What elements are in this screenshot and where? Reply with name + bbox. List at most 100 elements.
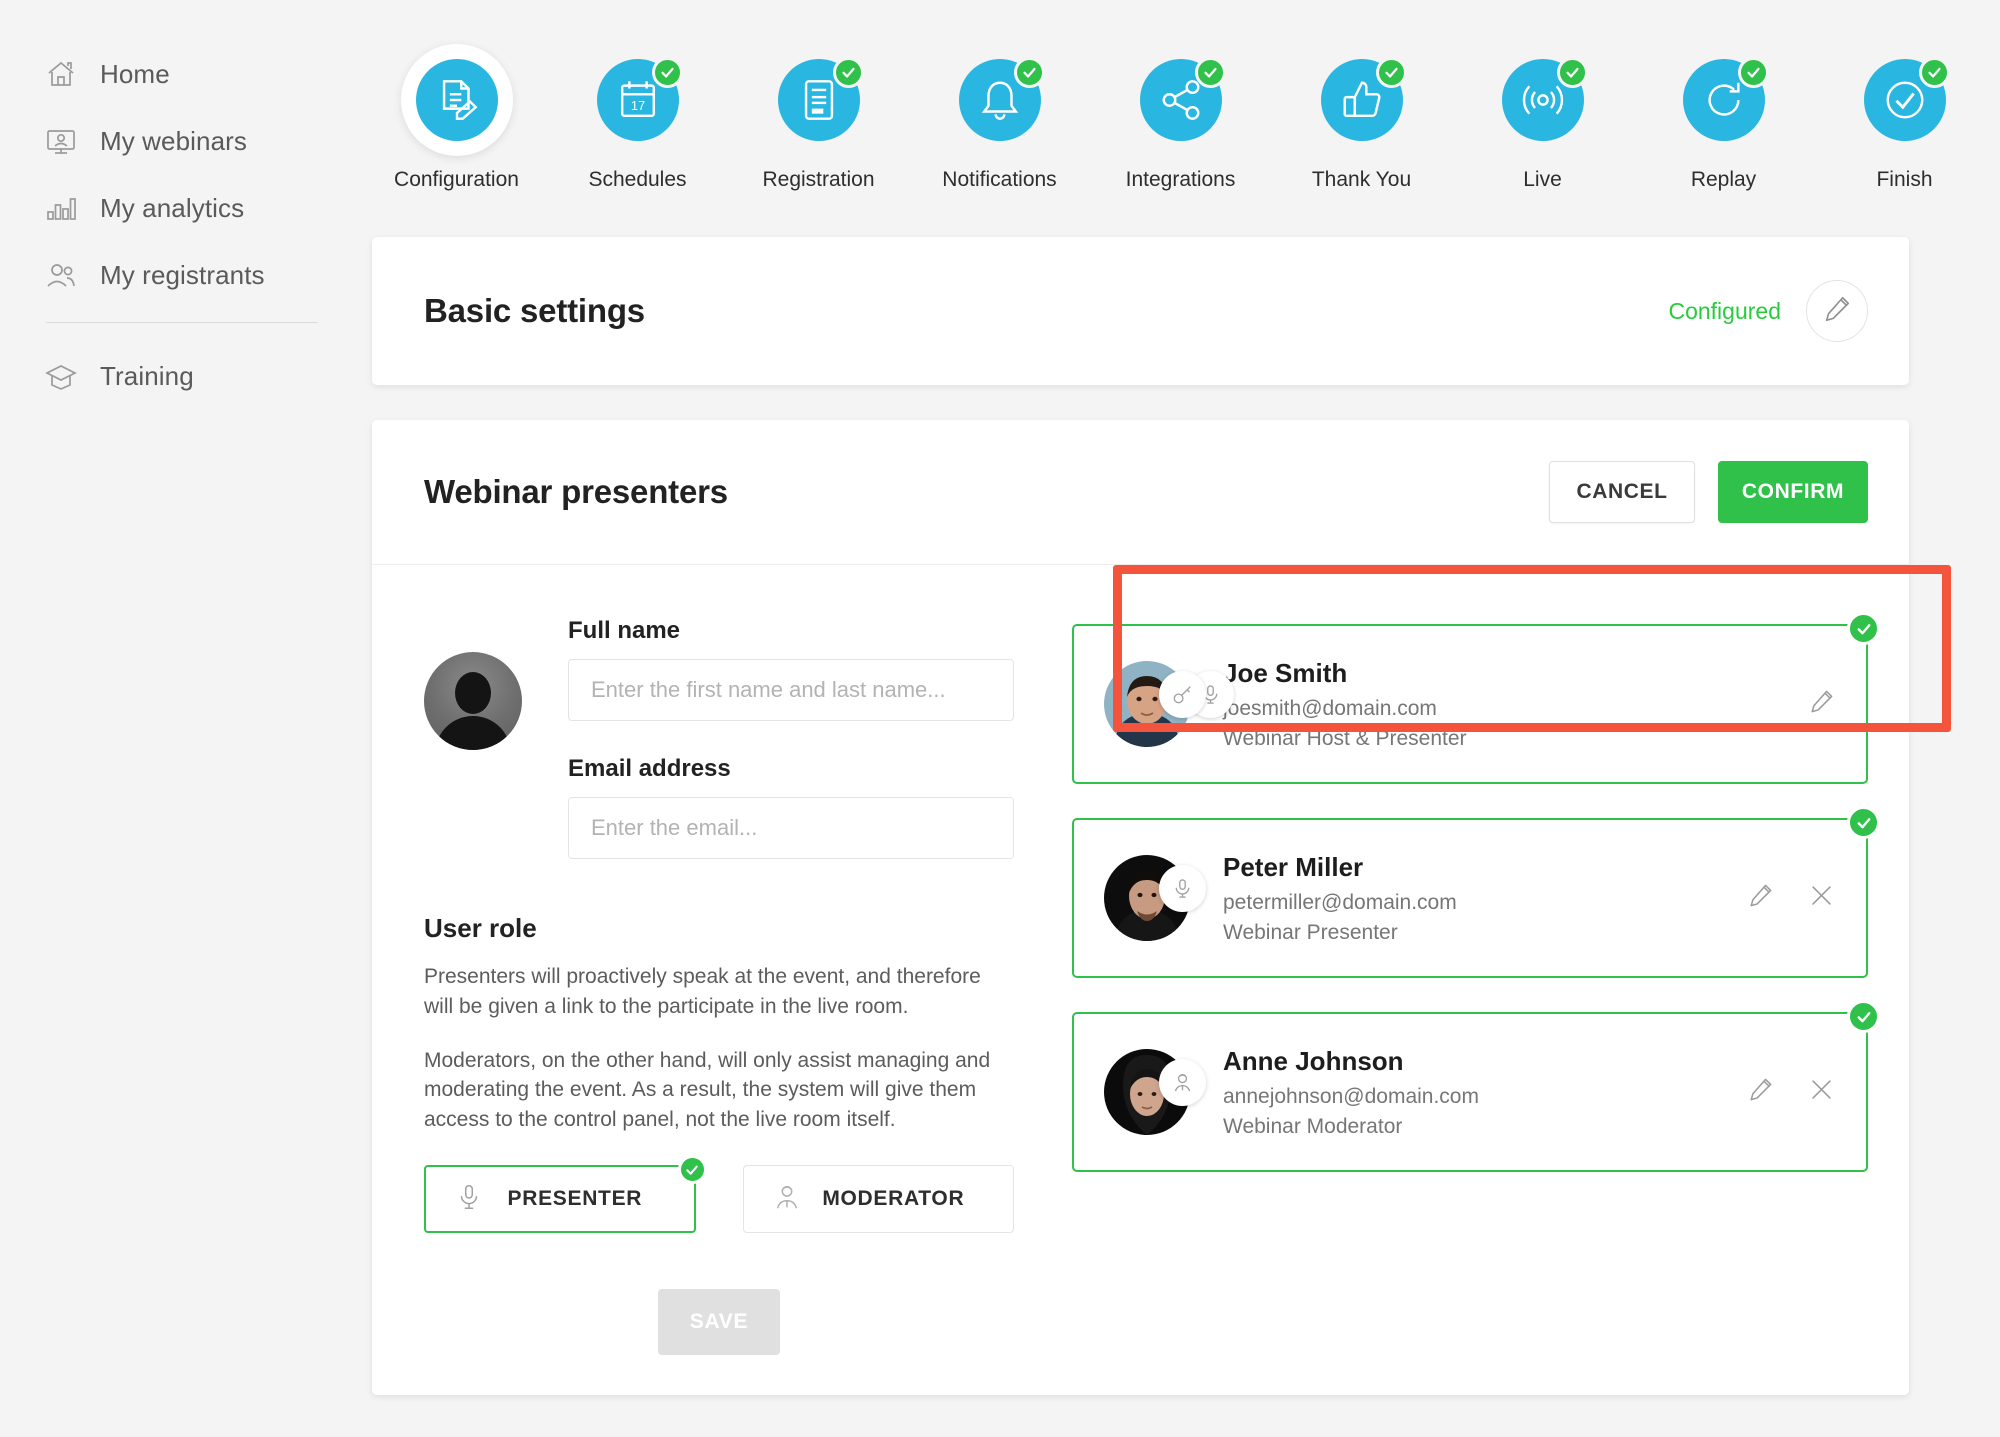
step-completed-check-icon bbox=[1013, 57, 1045, 88]
presenter-role: Webinar Host & Presenter bbox=[1223, 726, 1467, 750]
step-circle bbox=[1139, 57, 1226, 141]
step-finish[interactable]: Finish bbox=[1814, 44, 1995, 192]
email-label: Email address bbox=[568, 755, 731, 782]
save-button[interactable]: SAVE bbox=[658, 1289, 780, 1356]
pencil-icon bbox=[1747, 882, 1774, 914]
moderator-person-icon bbox=[772, 1182, 802, 1217]
remove-presenter-button[interactable] bbox=[1804, 1075, 1838, 1109]
presenters-body: Full name Email address User role Presen… bbox=[372, 565, 1909, 1356]
email-field[interactable] bbox=[568, 797, 1014, 859]
presenter-email: joesmith@domain.com bbox=[1223, 696, 1437, 720]
role-option-moderator[interactable]: MODERATOR bbox=[742, 1165, 1014, 1234]
step-configuration[interactable]: Configuration bbox=[366, 44, 547, 192]
sidebar-item-home[interactable]: Home bbox=[44, 48, 372, 100]
sidebar-item-label: My registrants bbox=[100, 259, 265, 290]
monitor-presenter-icon bbox=[44, 124, 78, 158]
step-label: Live bbox=[1523, 168, 1562, 191]
role-selector: PRESENTER MODERATOR bbox=[424, 1155, 1014, 1234]
main-content: Configuration 17 Schedules Registration … bbox=[372, 0, 2000, 1437]
share-nodes-icon bbox=[1158, 77, 1204, 123]
step-label: Finish bbox=[1876, 168, 1933, 191]
step-registration[interactable]: Registration bbox=[728, 44, 909, 192]
webinar-presenters-header: Webinar presenters CANCEL CONFIRM bbox=[372, 420, 1909, 565]
sidebar: Home My webinars My analytics My registr… bbox=[0, 0, 372, 1437]
graduation-cap-icon bbox=[44, 359, 78, 393]
svg-text:17: 17 bbox=[630, 98, 644, 113]
user-role-description-1: Presenters will proactively speak at the… bbox=[424, 965, 981, 1018]
form-icon bbox=[796, 77, 842, 123]
microphone-icon bbox=[454, 1182, 484, 1217]
avatar bbox=[1104, 1049, 1206, 1135]
sidebar-item-label: My analytics bbox=[100, 192, 245, 223]
step-circle bbox=[958, 57, 1045, 141]
sidebar-item-training[interactable]: Training bbox=[44, 350, 372, 402]
wizard-stepper: Configuration 17 Schedules Registration … bbox=[366, 0, 2000, 192]
step-integrations[interactable]: Integrations bbox=[1090, 44, 1271, 192]
presenter-confirmed-check-icon bbox=[1847, 612, 1880, 645]
step-label: Replay bbox=[1690, 168, 1757, 191]
check-circle-icon bbox=[1882, 77, 1928, 123]
presenter-confirmed-check-icon bbox=[1847, 806, 1880, 839]
step-circle bbox=[1863, 57, 1950, 141]
avatar bbox=[1104, 855, 1206, 941]
step-label: Integrations bbox=[1125, 168, 1236, 191]
users-icon bbox=[44, 258, 78, 292]
step-notifications[interactable]: Notifications bbox=[909, 44, 1090, 192]
step-live[interactable]: Live bbox=[1452, 44, 1633, 192]
home-icon bbox=[44, 57, 78, 91]
calendar-17-icon: 17 bbox=[615, 77, 661, 123]
step-replay[interactable]: Replay bbox=[1633, 44, 1814, 192]
sidebar-item-my-webinars[interactable]: My webinars bbox=[44, 115, 372, 167]
page-title: Webinar presenters bbox=[424, 473, 728, 510]
role-selected-check-icon bbox=[677, 1155, 707, 1185]
sidebar-item-label: My webinars bbox=[100, 125, 248, 156]
presenter-name: Peter Miller bbox=[1223, 851, 1364, 882]
cancel-button[interactable]: CANCEL bbox=[1549, 461, 1695, 523]
moderator-person-icon bbox=[1159, 1059, 1206, 1106]
sidebar-item-my-analytics[interactable]: My analytics bbox=[44, 182, 372, 234]
presenter-role: Webinar Presenter bbox=[1223, 920, 1398, 944]
step-completed-check-icon bbox=[1556, 57, 1588, 88]
confirm-button[interactable]: CONFIRM bbox=[1718, 461, 1868, 523]
sidebar-item-my-registrants[interactable]: My registrants bbox=[44, 249, 372, 301]
step-label: Schedules bbox=[588, 168, 687, 191]
presenter-email: petermiller@domain.com bbox=[1223, 890, 1457, 914]
thumbs-up-icon bbox=[1339, 77, 1385, 123]
presenter-name: Anne Johnson bbox=[1223, 1045, 1404, 1076]
step-completed-check-icon bbox=[1375, 57, 1407, 88]
pencil-icon bbox=[1808, 688, 1835, 720]
role-option-presenter[interactable]: PRESENTER bbox=[424, 1155, 707, 1234]
webinar-presenters-card: Webinar presenters CANCEL CONFIRM Full n… bbox=[372, 420, 1909, 1396]
step-schedules[interactable]: 17 Schedules bbox=[547, 44, 728, 192]
step-thank-you[interactable]: Thank You bbox=[1271, 44, 1452, 192]
list-item[interactable]: Joe Smith joesmith@domain.com Webinar Ho… bbox=[1072, 612, 1880, 784]
broadcast-icon bbox=[1520, 77, 1566, 123]
avatar bbox=[1104, 661, 1234, 747]
step-circle bbox=[777, 57, 864, 141]
presenter-role: Webinar Moderator bbox=[1223, 1114, 1403, 1138]
presenters-list: Joe Smith joesmith@domain.com Webinar Ho… bbox=[1014, 612, 1880, 1355]
bar-chart-icon bbox=[44, 191, 78, 225]
sidebar-divider bbox=[46, 322, 318, 323]
edit-basic-settings-button[interactable] bbox=[1806, 280, 1868, 342]
full-name-input[interactable] bbox=[568, 659, 1014, 721]
list-item[interactable]: Peter Miller petermiller@domain.com Webi… bbox=[1072, 806, 1880, 978]
user-role-heading: User role bbox=[424, 913, 537, 943]
pencil-icon bbox=[1747, 1076, 1774, 1108]
remove-presenter-button[interactable] bbox=[1804, 881, 1838, 915]
replay-icon bbox=[1701, 77, 1747, 123]
edit-presenter-button[interactable] bbox=[1743, 881, 1777, 915]
full-name-label: Full name bbox=[568, 617, 681, 644]
bell-icon bbox=[977, 77, 1023, 123]
step-circle: 17 bbox=[596, 57, 683, 141]
list-item[interactable]: Anne Johnson annejohnson@domain.com Webi… bbox=[1072, 1000, 1880, 1172]
step-label: Registration bbox=[762, 168, 875, 191]
edit-presenter-button[interactable] bbox=[1743, 1075, 1777, 1109]
edit-presenter-button[interactable] bbox=[1804, 687, 1838, 721]
add-presenter-form: Full name Email address User role Presen… bbox=[424, 617, 1014, 1356]
step-completed-check-icon bbox=[1918, 57, 1950, 88]
role-option-label: PRESENTER bbox=[507, 1187, 643, 1211]
status-badge: Configured bbox=[1668, 297, 1781, 324]
step-completed-check-icon bbox=[1194, 57, 1226, 88]
step-label: Configuration bbox=[394, 168, 519, 191]
